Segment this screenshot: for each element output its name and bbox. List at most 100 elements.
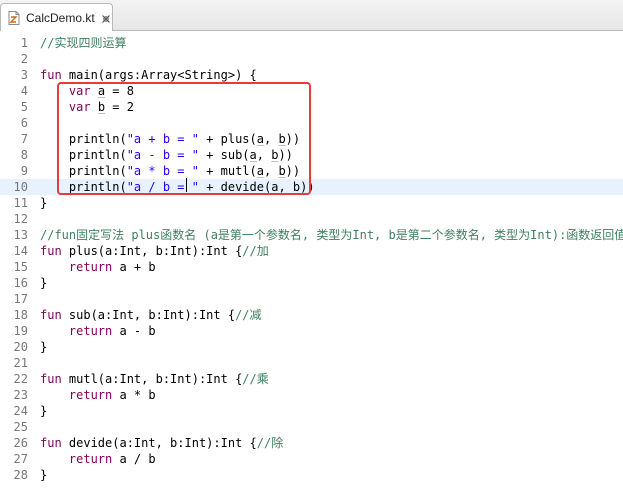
code-token: return <box>68 452 120 466</box>
code-token: plus(a:Int, b:Int):Int { <box>68 244 243 258</box>
code-token: )) <box>285 132 301 146</box>
code-line[interactable]: 11} <box>0 195 623 211</box>
line-number: 27 <box>13 452 28 466</box>
line-number: 2 <box>20 52 28 66</box>
code-line[interactable]: 8 println("a - b = " + sub(a, b)) <box>0 147 623 163</box>
line-number: 8 <box>20 148 28 162</box>
code-token: //乘 <box>242 372 269 386</box>
line-code: fun plus(a:Int, b:Int):Int {//加 <box>40 243 269 259</box>
code-token: "a / b = " <box>126 180 199 194</box>
line-number: 23 <box>13 388 28 402</box>
code-token: devide(a:Int, b:Int):Int { <box>68 436 257 450</box>
code-line[interactable]: 13 //fun固定写法 plus函数名 (a是第一个参数名, 类型为Int, b… <box>0 227 623 243</box>
code-line[interactable]: 4 var a = 8 <box>0 83 623 99</box>
code-token: //除 <box>256 436 284 450</box>
code-line[interactable]: 6 <box>0 115 623 131</box>
code-token: return <box>68 388 120 402</box>
line-number: 28 <box>13 468 28 482</box>
code-token: b <box>278 164 286 178</box>
code-token: = 2 <box>105 100 134 114</box>
code-token: fun <box>40 308 69 322</box>
code-line[interactable]: 26 fun devide(a:Int, b:Int):Int {//除 <box>0 435 623 451</box>
code-token: , <box>256 148 272 162</box>
code-token: //实现四则运算 <box>40 36 127 50</box>
line-code: //实现四则运算 <box>40 35 126 51</box>
code-token: )) <box>300 180 315 194</box>
code-line[interactable]: 15 return a + b <box>0 259 623 275</box>
code-line[interactable]: 7 println("a + b = " + plus(a, b)) <box>0 131 623 147</box>
line-code: println("a + b = " + plus(a, b)) <box>40 131 300 147</box>
code-token: var <box>68 100 98 114</box>
code-token: //减 <box>235 308 262 322</box>
code-token: println( <box>40 148 127 162</box>
line-code: println("a / b = " + devide(a, b)) <box>40 179 315 195</box>
code-line[interactable]: 5 var b = 2 <box>0 99 623 115</box>
line-number: 6 <box>20 116 28 130</box>
line-number: 12 <box>13 212 28 226</box>
line-code: return a * b <box>40 387 156 403</box>
code-token: println( <box>40 132 127 146</box>
code-line[interactable]: 16} <box>0 275 623 291</box>
code-token: println( <box>40 164 127 178</box>
line-number: 16 <box>13 276 28 290</box>
code-token: "a + b = " <box>126 132 199 146</box>
line-number: 25 <box>13 420 28 434</box>
code-line[interactable]: 24} <box>0 403 623 419</box>
line-number: 4 <box>20 84 28 98</box>
line-code: return a / b <box>40 451 156 467</box>
code-line[interactable]: 19 return a - b <box>0 323 623 339</box>
line-code: return a - b <box>40 323 156 339</box>
line-code: //fun固定写法 plus函数名 (a是第一个参数名, 类型为Int, b是第… <box>40 227 623 243</box>
code-token: b <box>97 100 106 114</box>
code-token: "a - b = " <box>126 148 199 162</box>
line-code: } <box>40 339 47 355</box>
code-token: fun <box>40 244 69 258</box>
code-token: } <box>40 196 48 210</box>
line-number: 3 <box>20 68 28 82</box>
code-line[interactable]: 14 fun plus(a:Int, b:Int):Int {//加 <box>0 243 623 259</box>
code-line[interactable]: 1 //实现四则运算 <box>0 35 623 51</box>
code-editor[interactable]: 1//实现四则运算 2 3 fun main(args:Array<String>) … <box>0 31 623 491</box>
code-token: return <box>68 260 120 274</box>
tab-calcdemo[interactable]: CalcDemo.kt <box>0 3 113 31</box>
close-icon[interactable] <box>101 13 111 23</box>
text-caret <box>186 178 187 192</box>
code-line[interactable]: 2 <box>0 51 623 67</box>
line-number: 11 <box>13 196 28 210</box>
code-line[interactable]: 20} <box>0 339 623 355</box>
code-token: } <box>40 468 48 482</box>
code-line[interactable]: 12 <box>0 211 623 227</box>
code-line[interactable]: 3 fun main(args:Array<String>) { <box>0 67 623 83</box>
code-token: )) <box>278 148 293 162</box>
kotlin-file-icon <box>8 10 20 25</box>
code-line[interactable]: 22 fun mutl(a:Int, b:Int):Int {//乘 <box>0 371 623 387</box>
code-line[interactable]: 21 <box>0 355 623 371</box>
code-token: } <box>40 276 48 290</box>
code-token: b <box>278 132 286 146</box>
line-code: fun devide(a:Int, b:Int):Int {//除 <box>40 435 283 451</box>
code-token: a + b <box>119 260 156 274</box>
code-token: main(args:Array<String>) { <box>68 68 257 82</box>
code-token: "a * b = " <box>126 164 199 178</box>
code-token: a - b <box>119 324 156 338</box>
line-number: 19 <box>13 324 28 338</box>
code-line[interactable]: 23 return a * b <box>0 387 623 403</box>
code-line[interactable]: 10 println("a / b = " + devide(a, b)) <box>0 179 623 195</box>
code-line[interactable]: 25 <box>0 419 623 435</box>
code-line[interactable]: 28} <box>0 467 623 483</box>
code-token: //fun固定写法 plus函数名 (a是第一个参数名, 类型为Int, b是第… <box>40 228 623 242</box>
code-token: a <box>97 84 106 98</box>
line-code: println("a * b = " + mutl(a, b)) <box>40 163 300 179</box>
tab-title: CalcDemo.kt <box>26 10 95 25</box>
code-token: println( <box>40 180 127 194</box>
code-line[interactable]: 18 fun sub(a:Int, b:Int):Int {//减 <box>0 307 623 323</box>
code-line[interactable]: 27 return a / b <box>0 451 623 467</box>
code-token: mutl(a:Int, b:Int):Int { <box>68 372 243 386</box>
line-number: 14 <box>13 244 28 258</box>
code-line[interactable]: 9 println("a * b = " + mutl(a, b)) <box>0 163 623 179</box>
code-token: a / b <box>119 452 156 466</box>
code-line[interactable]: 17 <box>0 291 623 307</box>
code-token: = 8 <box>105 84 134 98</box>
code-token: )) <box>285 164 301 178</box>
